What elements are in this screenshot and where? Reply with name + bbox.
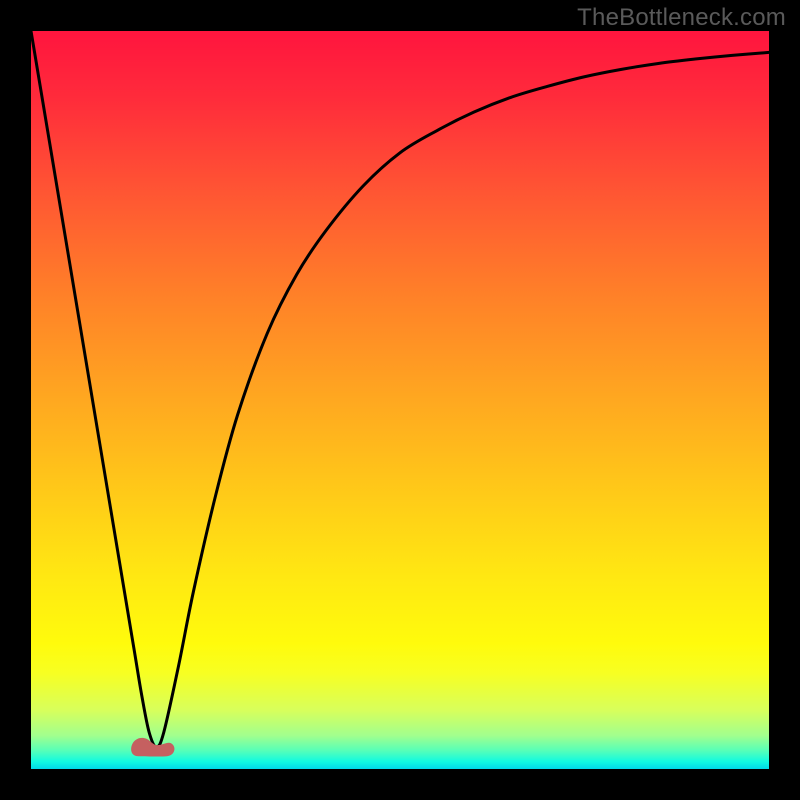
watermark-text: TheBottleneck.com xyxy=(577,4,786,32)
marker-blob-icon xyxy=(131,738,174,757)
optimal-marker xyxy=(129,734,177,758)
plot-area xyxy=(31,31,769,769)
chart-frame: TheBottleneck.com xyxy=(0,0,800,800)
bottleneck-curve xyxy=(31,31,769,769)
curve-path xyxy=(31,31,769,747)
